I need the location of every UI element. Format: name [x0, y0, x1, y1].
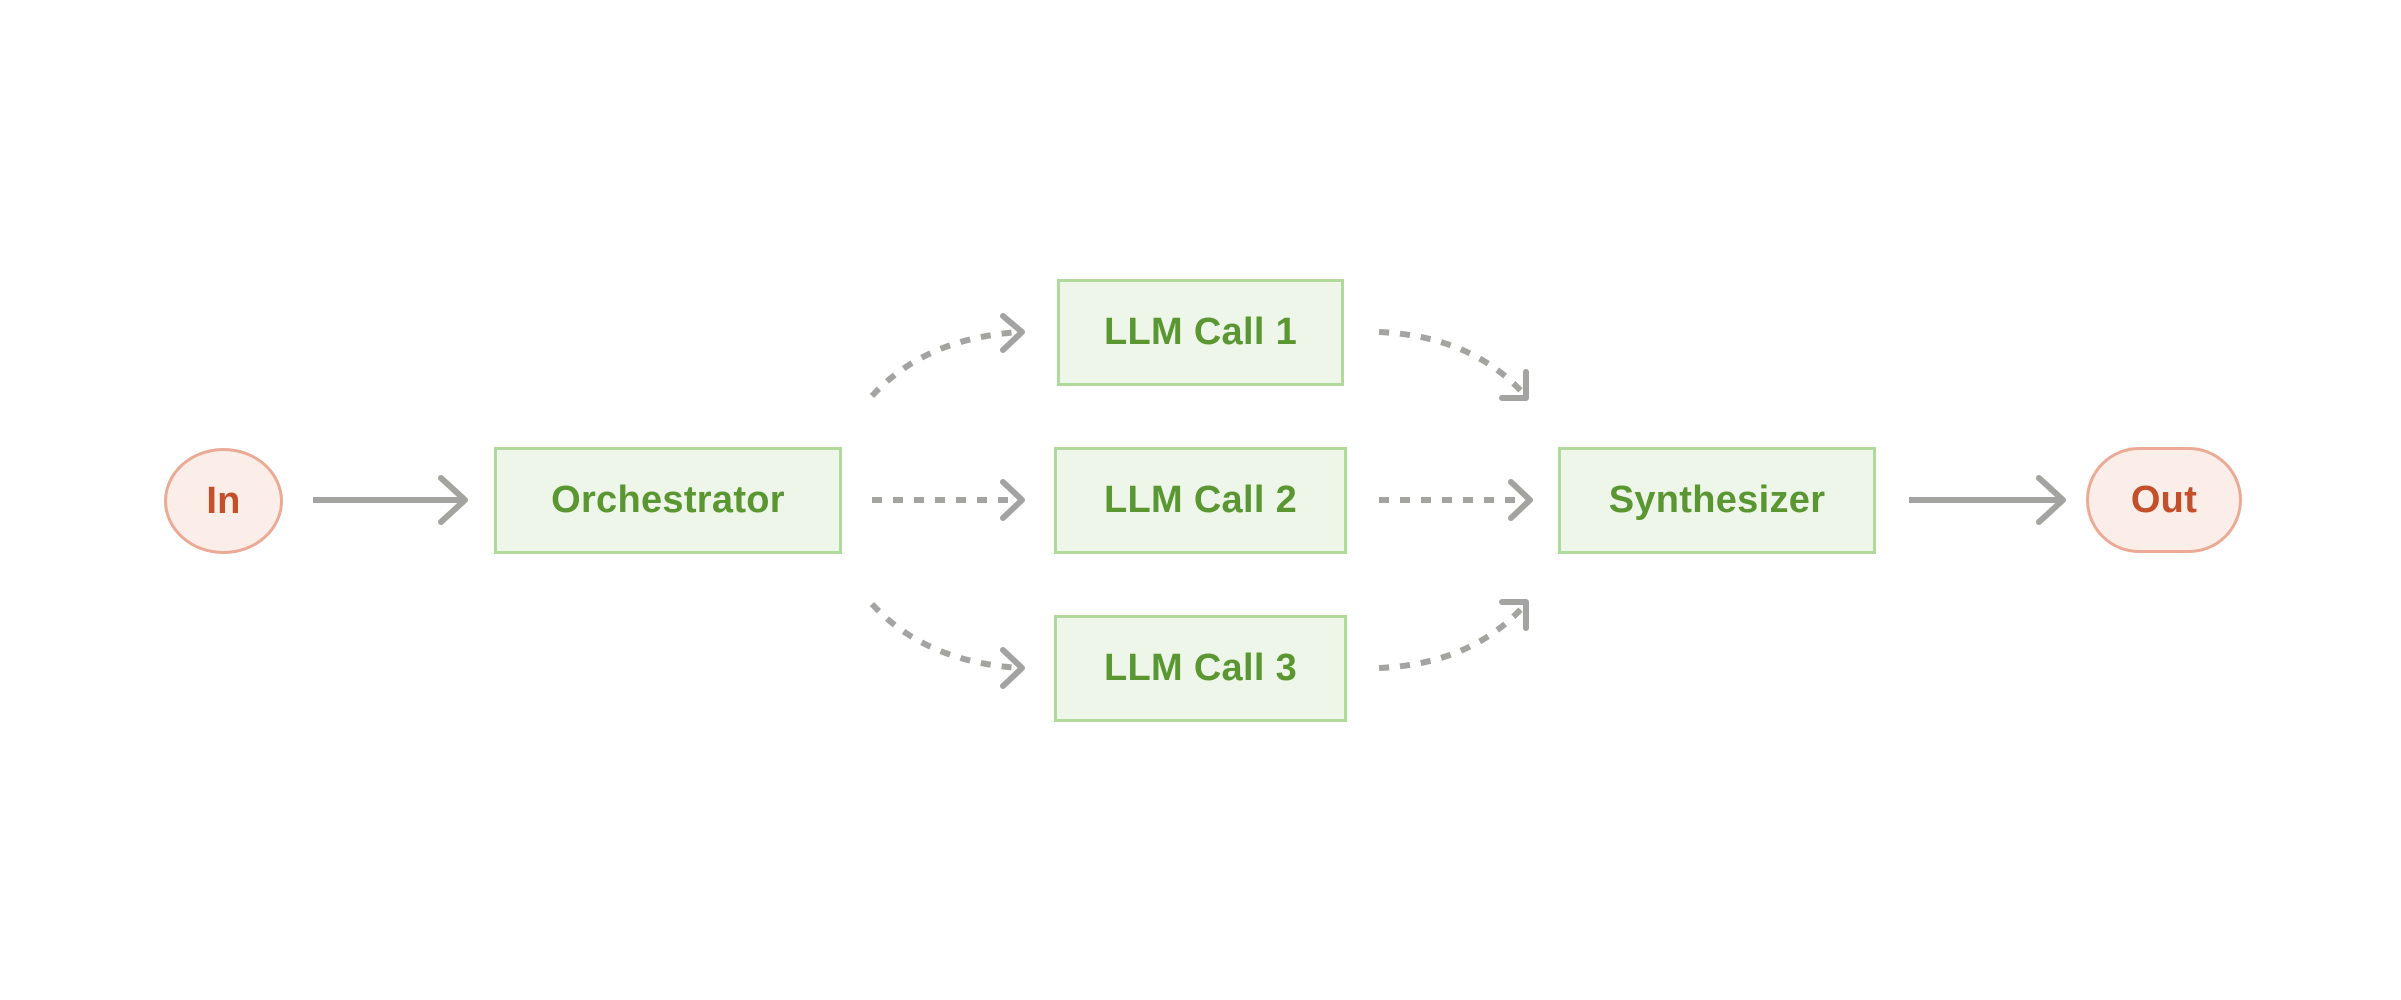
node-llm-call-2-label: LLM Call 2	[1103, 479, 1298, 521]
node-llm-call-3-label: LLM Call 3	[1103, 647, 1298, 689]
edge-llm-call-3-to-synthesizer	[1378, 599, 1529, 671]
node-out: Out	[2086, 447, 2242, 553]
node-in: In	[164, 448, 283, 554]
node-out-label: Out	[2130, 478, 2198, 521]
node-synthesizer-label: Synthesizer	[1608, 479, 1826, 521]
edge-orchestrator-to-llm-call-2	[872, 479, 1025, 521]
edge-llm-call-2-to-synthesizer	[1379, 479, 1533, 521]
orchestrator-workers-diagram: In Orchestrator LLM Call 1 LLM Call 2 LL…	[0, 0, 2401, 1000]
node-llm-call-3: LLM Call 3	[1054, 615, 1347, 722]
edge-in-to-orchestrator	[313, 475, 468, 525]
node-orchestrator: Orchestrator	[494, 447, 842, 554]
node-llm-call-1: LLM Call 1	[1057, 279, 1344, 386]
edge-synthesizer-to-out	[1909, 475, 2066, 525]
edge-llm-call-1-to-synthesizer	[1378, 329, 1529, 401]
node-synthesizer: Synthesizer	[1558, 447, 1876, 554]
edge-orchestrator-to-llm-call-3	[869, 601, 1025, 689]
node-in-label: In	[206, 479, 241, 522]
node-llm-call-2: LLM Call 2	[1054, 447, 1347, 554]
edge-orchestrator-to-llm-call-1	[869, 313, 1025, 399]
node-orchestrator-label: Orchestrator	[551, 479, 785, 521]
node-llm-call-1-label: LLM Call 1	[1103, 311, 1298, 353]
